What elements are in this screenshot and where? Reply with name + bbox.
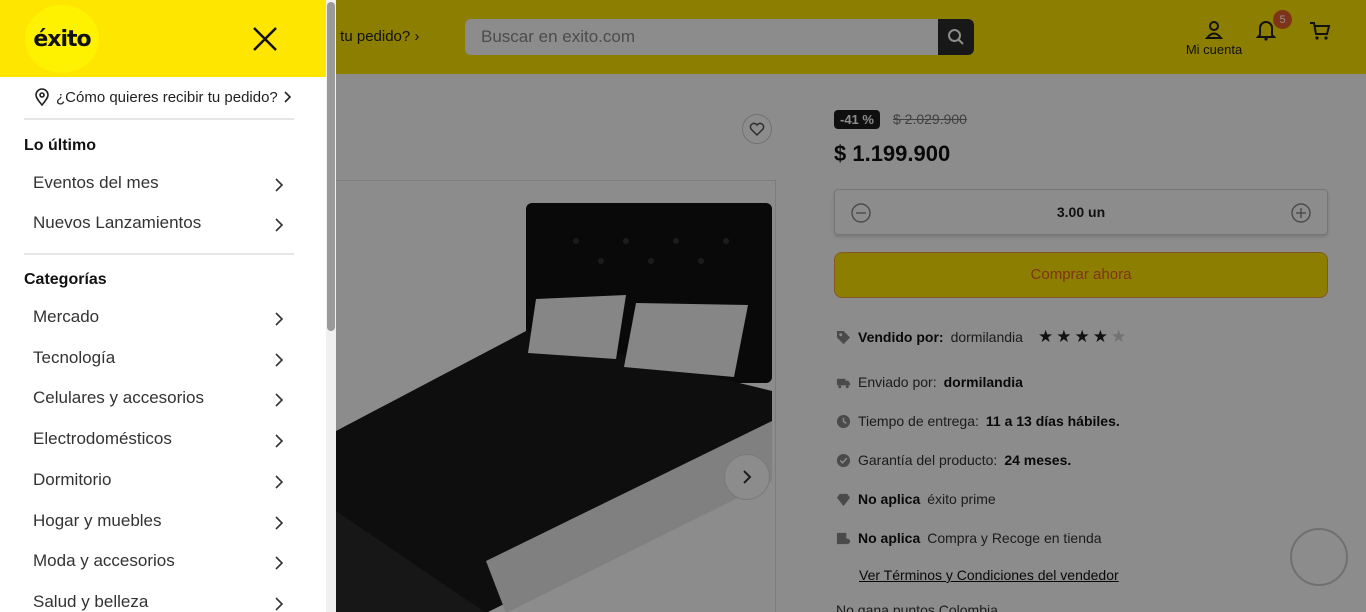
menu-item[interactable]: Nuevos Lanzamientos <box>33 213 288 239</box>
chevron-right-icon <box>275 556 284 570</box>
chevron-right-icon <box>275 516 284 530</box>
scrollbar-thumb[interactable] <box>327 2 335 331</box>
menu-item-label: Eventos del mes <box>33 173 159 192</box>
location-pin-icon <box>35 88 49 106</box>
menu-item-label: Mercado <box>33 307 100 326</box>
divider <box>24 118 294 120</box>
menu-item-label: Electrodomésticos <box>33 429 172 448</box>
logo-text: éxito <box>33 26 91 52</box>
menu-item-label: Moda y accesorios <box>33 551 175 570</box>
menu-item[interactable]: Salud y belleza <box>33 592 288 612</box>
chevron-right-icon <box>275 393 284 407</box>
divider <box>24 253 294 255</box>
menu-item-label: Salud y belleza <box>33 592 149 611</box>
menu-item-label: Celulares y accesorios <box>33 388 205 407</box>
section-title: Categorías <box>24 271 107 288</box>
menu-item-label: Dormitorio <box>33 470 112 489</box>
chevron-right-icon <box>284 91 291 103</box>
menu-item[interactable]: Electrodomésticos <box>33 429 288 455</box>
close-icon[interactable] <box>252 26 278 52</box>
section-title: Lo último <box>24 137 96 154</box>
chevron-right-icon <box>275 597 284 611</box>
menu-item[interactable]: Tecnología <box>33 348 288 374</box>
menu-item[interactable]: Hogar y muebles <box>33 511 288 537</box>
menu-item[interactable]: Eventos del mes <box>33 173 288 199</box>
chevron-right-icon <box>275 434 284 448</box>
menu-item-label: Tecnología <box>33 348 116 367</box>
exito-logo[interactable]: éxito <box>25 5 99 73</box>
chevron-right-icon <box>275 312 284 326</box>
menu-item-label: Nuevos Lanzamientos <box>33 213 202 232</box>
menu-item-label: Hogar y muebles <box>33 511 162 530</box>
chevron-right-icon <box>275 218 284 232</box>
drawer-header: éxito <box>0 0 326 77</box>
menu-item[interactable]: Mercado <box>33 307 288 333</box>
drawer-delivery-label: ¿Cómo quieres recibir tu pedido? <box>56 88 278 106</box>
menu-item[interactable]: Dormitorio <box>33 470 288 496</box>
chevron-right-icon <box>275 475 284 489</box>
menu-item[interactable]: Celulares y accesorios <box>33 388 288 414</box>
chevron-right-icon <box>275 178 284 192</box>
menu-drawer: éxito ¿Cómo quieres recibir tu pedido? L… <box>0 0 336 612</box>
chevron-right-icon <box>275 353 284 367</box>
menu-item[interactable]: Moda y accesorios <box>33 551 288 577</box>
drawer-delivery-link[interactable]: ¿Cómo quieres recibir tu pedido? <box>34 88 292 106</box>
